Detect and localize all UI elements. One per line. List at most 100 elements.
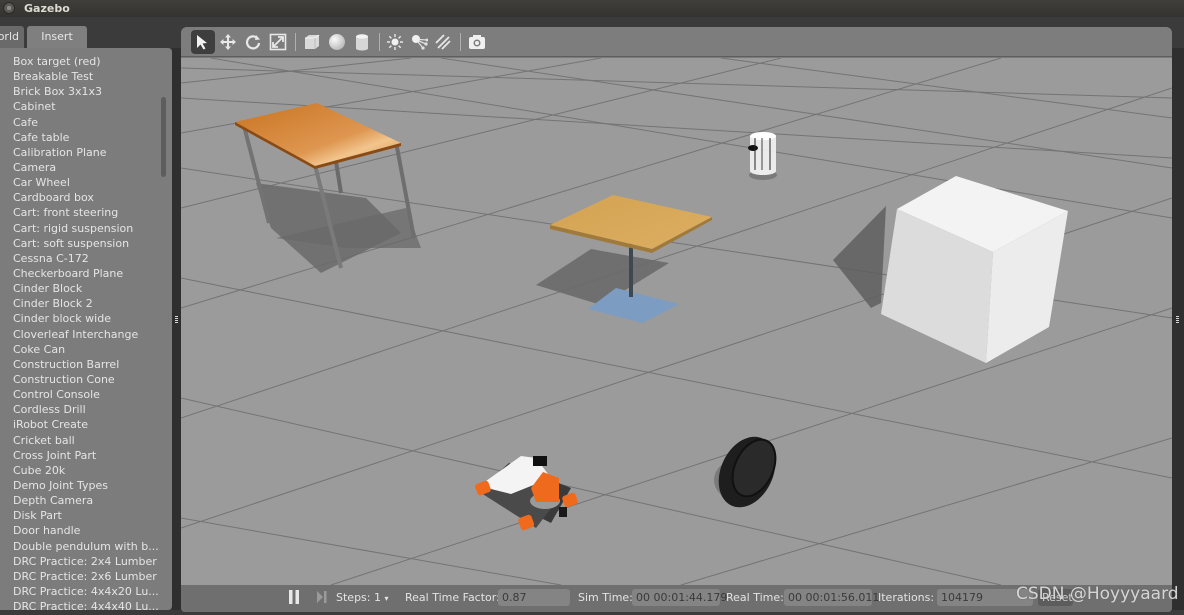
grid-line bbox=[181, 397, 1002, 585]
model-list-item[interactable]: Breakable Test bbox=[13, 69, 161, 84]
steps-label: Steps: bbox=[336, 591, 371, 604]
move-arrows-icon bbox=[220, 34, 236, 50]
model-list-item[interactable]: Cart: rigid suspension bbox=[13, 221, 161, 236]
model-list-item[interactable]: Cube 20k bbox=[13, 463, 161, 478]
real-time-value: 00 00:01:56.011 bbox=[784, 589, 879, 606]
scene-render[interactable] bbox=[181, 58, 1172, 585]
model-list-item[interactable]: Cafe table bbox=[13, 130, 161, 145]
model-list-item[interactable]: Box target (red) bbox=[13, 54, 161, 69]
directional-light-button[interactable] bbox=[431, 30, 455, 54]
point-light-button[interactable] bbox=[383, 30, 407, 54]
model-list-item[interactable]: Brick Box 3x1x3 bbox=[13, 84, 161, 99]
model-list-item[interactable]: Cinder Block 2 bbox=[13, 296, 161, 311]
model-list-item[interactable]: Cinder block wide bbox=[13, 311, 161, 326]
camera-icon bbox=[469, 35, 485, 49]
model-list-item[interactable]: Cinder Block bbox=[13, 281, 161, 296]
model-list-item[interactable]: Disk Part bbox=[13, 508, 161, 523]
scale-mode-button[interactable] bbox=[266, 30, 290, 54]
window-close-button[interactable] bbox=[3, 2, 15, 14]
select-mode-button[interactable] bbox=[191, 30, 215, 54]
model-list-item[interactable]: Cart: front steering bbox=[13, 205, 161, 220]
sphere-icon bbox=[329, 34, 345, 50]
model-list-item[interactable]: Checkerboard Plane bbox=[13, 266, 161, 281]
cafe-table-top bbox=[550, 195, 712, 249]
cylinder-shape-button[interactable] bbox=[350, 30, 374, 54]
toolbar bbox=[181, 27, 1172, 57]
box-shape-button[interactable] bbox=[300, 30, 324, 54]
scene-frame: Steps: 1 ▾ Real Time Factor: 0.87 Sim Ti… bbox=[181, 27, 1172, 612]
model-list-item[interactable]: Double pendulum with b... bbox=[13, 539, 161, 554]
model-list-item[interactable]: Cessna C-172 bbox=[13, 251, 161, 266]
mobile-manipulator-robot-model[interactable] bbox=[474, 456, 578, 531]
model-list: Box target (red) Breakable Test Brick Box … bbox=[13, 54, 161, 610]
scale-icon bbox=[269, 33, 287, 51]
toolbar-separator bbox=[460, 33, 461, 51]
spot-light-icon bbox=[412, 35, 428, 50]
car-wheel-model[interactable] bbox=[708, 427, 786, 516]
right-splitter[interactable] bbox=[1172, 48, 1184, 610]
model-list-item[interactable]: Calibration Plane bbox=[13, 145, 161, 160]
grid-line bbox=[440, 58, 1172, 169]
model-list-item[interactable]: Coke Can bbox=[13, 342, 161, 357]
grid-line bbox=[720, 58, 1172, 119]
grid-line bbox=[181, 58, 412, 84]
model-list-item[interactable]: Cardboard box bbox=[13, 190, 161, 205]
window-titlebar: Gazebo bbox=[0, 0, 1184, 17]
spot-light-button[interactable] bbox=[407, 30, 431, 54]
tab-world[interactable]: orld bbox=[0, 26, 24, 48]
real-time-label: Real Time: bbox=[726, 591, 784, 604]
cafe-table-model[interactable] bbox=[536, 195, 712, 323]
model-list-item[interactable]: Cross Joint Part bbox=[13, 448, 161, 463]
model-list-item[interactable]: Camera bbox=[13, 160, 161, 175]
directional-light-icon bbox=[435, 34, 451, 50]
point-light-icon bbox=[387, 34, 403, 50]
model-list-item[interactable]: Cafe bbox=[13, 115, 161, 130]
model-list-item[interactable]: Control Console bbox=[13, 387, 161, 402]
model-list-item[interactable]: Cordless Drill bbox=[13, 402, 161, 417]
cylinder-icon bbox=[356, 34, 368, 51]
3d-viewport[interactable] bbox=[181, 58, 1172, 585]
model-list-item[interactable]: Car Wheel bbox=[13, 175, 161, 190]
model-list-item[interactable]: DRC Practice: 4x4x20 Lu... bbox=[13, 584, 161, 599]
model-list-item[interactable]: Door handle bbox=[13, 523, 161, 538]
sphere-shape-button[interactable] bbox=[325, 30, 349, 54]
model-list-item[interactable]: Depth Camera bbox=[13, 493, 161, 508]
toolbar-separator bbox=[379, 33, 380, 51]
cube-shadow bbox=[833, 206, 886, 308]
cube-model[interactable] bbox=[833, 176, 1068, 363]
model-list-item[interactable]: Cart: soft suspension bbox=[13, 236, 161, 251]
translate-mode-button[interactable] bbox=[216, 30, 240, 54]
model-list-item[interactable]: DRC Practice: 4x4x40 Lu... bbox=[13, 599, 161, 610]
step-forward-icon bbox=[317, 591, 327, 603]
model-list-item[interactable]: Cricket ball bbox=[13, 433, 161, 448]
model-list-item[interactable]: iRobot Create bbox=[13, 417, 161, 432]
model-list-item[interactable]: Cloverleaf Interchange bbox=[13, 327, 161, 342]
splitter-grip-icon bbox=[1176, 316, 1179, 324]
screenshot-button[interactable] bbox=[465, 30, 489, 54]
rtf-label: Real Time Factor: bbox=[405, 591, 500, 604]
model-list-item[interactable]: Construction Barrel bbox=[13, 357, 161, 372]
table-shadow bbox=[256, 183, 401, 273]
steps-value-text: 1 bbox=[374, 591, 381, 604]
sim-time-value: 00 00:01:44.179 bbox=[632, 589, 727, 606]
toolbar-separator bbox=[295, 33, 296, 51]
splitter-grip-icon bbox=[175, 316, 178, 324]
left-splitter[interactable] bbox=[172, 48, 181, 610]
model-list-scrollbar[interactable] bbox=[161, 97, 166, 177]
steps-dropdown-icon: ▾ bbox=[384, 594, 389, 603]
steps-value[interactable]: 1 ▾ bbox=[374, 591, 389, 604]
model-list-item[interactable]: DRC Practice: 2x6 Lumber bbox=[13, 569, 161, 584]
model-list-item[interactable]: Cabinet bbox=[13, 99, 161, 114]
tab-insert[interactable]: Insert bbox=[27, 26, 87, 48]
rotate-mode-button[interactable] bbox=[241, 30, 265, 54]
step-button[interactable] bbox=[316, 589, 328, 608]
model-list-item[interactable]: Construction Cone bbox=[13, 372, 161, 387]
pause-button[interactable] bbox=[288, 589, 300, 608]
model-list-item[interactable]: DRC Practice: 2x4 Lumber bbox=[13, 554, 161, 569]
rtf-value: 0.87 bbox=[498, 589, 570, 606]
sim-time-label: Sim Time: bbox=[578, 591, 633, 604]
table-model[interactable] bbox=[235, 103, 421, 273]
window-title: Gazebo bbox=[24, 2, 70, 15]
model-list-item[interactable]: Demo Joint Types bbox=[13, 478, 161, 493]
turtlebot-model[interactable] bbox=[748, 132, 777, 180]
